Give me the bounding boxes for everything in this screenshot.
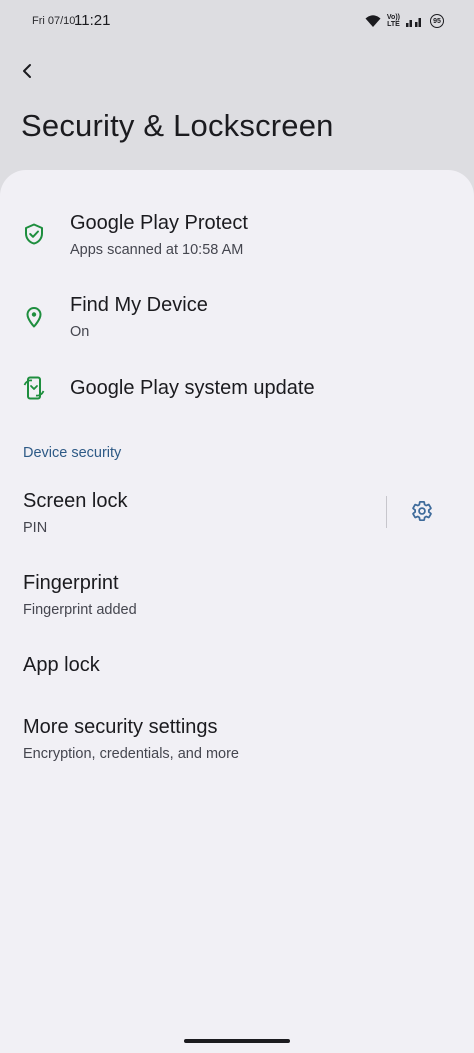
find-my-device-item[interactable]: Find My Device On: [0, 282, 474, 360]
divider: [386, 496, 387, 528]
battery-icon: 95: [430, 14, 444, 28]
status-icons: Vo)) LTE 95: [365, 12, 444, 30]
status-bar: Fri 07/10 11:21 Vo)) LTE 95: [0, 0, 474, 42]
section-header-device-security: Device security: [23, 445, 122, 461]
fingerprint-item[interactable]: Fingerprint Fingerprint added: [0, 560, 474, 630]
item-title: Google Play system update: [70, 377, 315, 399]
page-title: Security & Lockscreen: [21, 108, 334, 143]
item-subtitle: On: [70, 324, 90, 340]
wifi-icon: [365, 14, 381, 28]
item-title: Screen lock: [23, 490, 128, 512]
item-title: Find My Device: [70, 294, 208, 316]
shield-check-icon: [22, 222, 46, 246]
back-arrow-icon: [20, 63, 34, 84]
battery-level: 95: [433, 17, 441, 25]
item-subtitle: Apps scanned at 10:58 AM: [70, 242, 244, 258]
item-subtitle: PIN: [23, 520, 48, 536]
location-pin-icon: [22, 305, 46, 329]
system-update-icon: [22, 376, 46, 400]
item-title: Fingerprint: [23, 572, 119, 594]
item-subtitle: Fingerprint added: [23, 602, 137, 618]
google-play-protect-item[interactable]: Google Play Protect Apps scanned at 10:5…: [0, 200, 474, 278]
item-title: Google Play Protect: [70, 212, 248, 234]
item-subtitle: Encryption, credentials, and more: [23, 746, 239, 762]
volte-icon: Vo)) LTE: [387, 14, 400, 28]
item-title: More security settings: [23, 716, 218, 738]
app-lock-item[interactable]: App lock: [0, 642, 474, 692]
home-indicator[interactable]: [184, 1039, 290, 1043]
back-button[interactable]: [14, 60, 40, 86]
google-play-system-update-item[interactable]: Google Play system update: [0, 364, 474, 420]
status-date: Fri 07/10: [32, 15, 76, 27]
item-title: App lock: [23, 654, 100, 676]
lte-label: LTE: [387, 21, 400, 28]
status-time: 11:21: [74, 12, 111, 29]
signal-icon: [406, 15, 424, 27]
screen-lock-item[interactable]: Screen lock PIN: [0, 478, 380, 548]
screen-lock-settings-button[interactable]: [408, 499, 436, 527]
more-security-settings-item[interactable]: More security settings Encryption, crede…: [0, 704, 474, 774]
volte-label: Vo)): [386, 14, 400, 21]
gear-icon: [411, 500, 433, 527]
